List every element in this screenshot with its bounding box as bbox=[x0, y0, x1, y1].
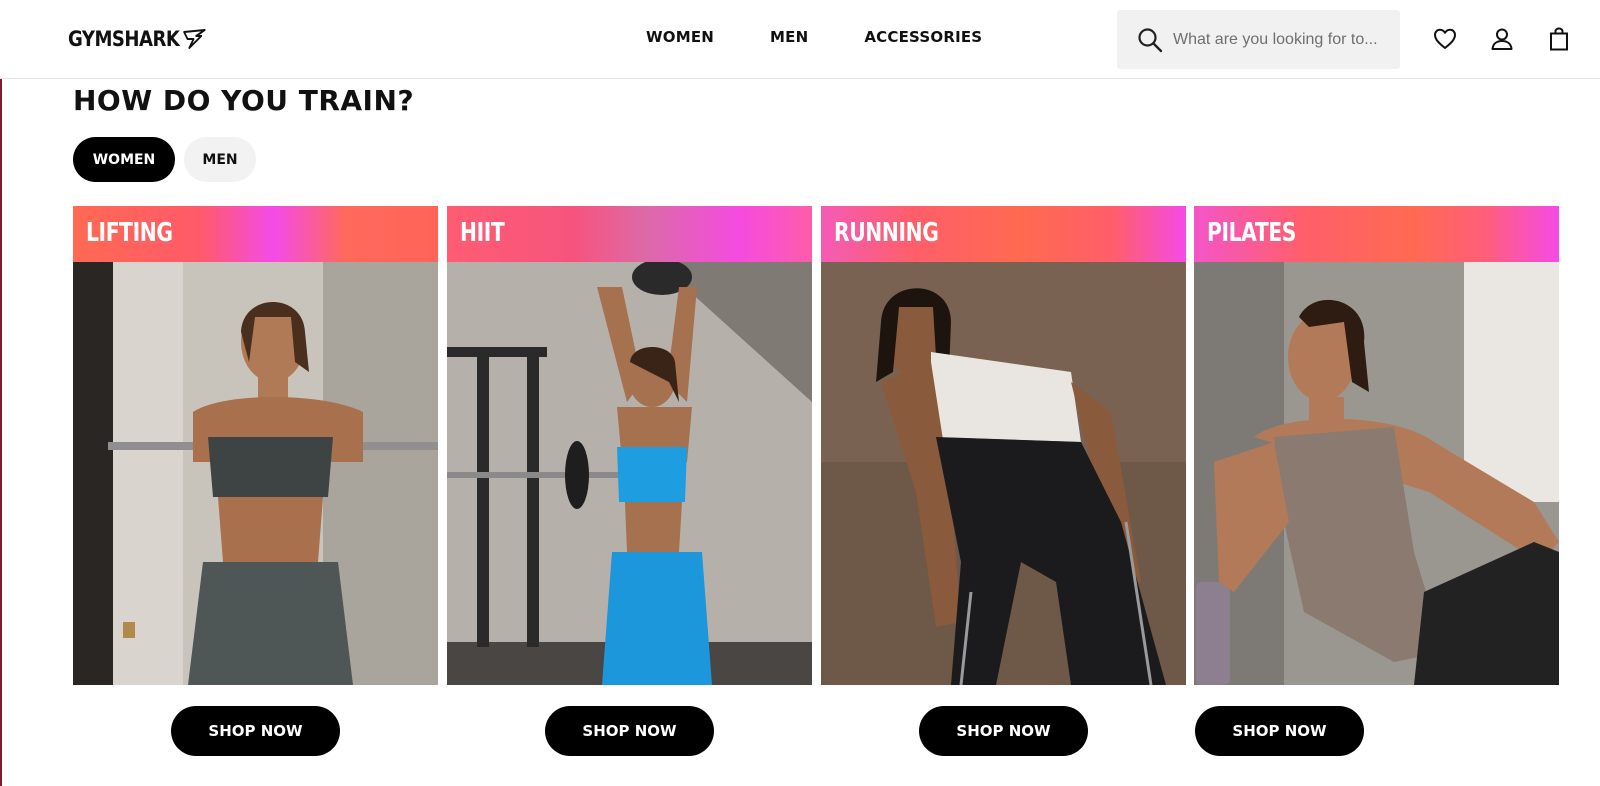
wishlist-button[interactable] bbox=[1432, 26, 1458, 52]
card-label: RUNNING bbox=[834, 218, 939, 248]
nav-accessories[interactable]: ACCESSORIES bbox=[864, 28, 982, 46]
hiit-photo bbox=[447, 262, 812, 685]
site-header: GYMSHARK WOMEN MEN ACCESSORIES bbox=[0, 0, 1600, 79]
category-card-lifting[interactable]: LIFTING bbox=[73, 206, 438, 685]
card-label: PILATES bbox=[1207, 218, 1297, 248]
shark-logo-icon bbox=[183, 29, 207, 49]
search-icon[interactable] bbox=[1137, 27, 1163, 53]
pilates-photo bbox=[1194, 262, 1559, 685]
toggle-men[interactable]: MEN bbox=[184, 137, 256, 182]
gymshark-logo[interactable]: GYMSHARK bbox=[68, 26, 207, 52]
running-photo bbox=[821, 262, 1186, 685]
card-banner: PILATES bbox=[1194, 206, 1559, 262]
heart-icon bbox=[1434, 28, 1456, 49]
section-title: HOW DO YOU TRAIN? bbox=[73, 84, 415, 117]
logo-text: GYMSHARK bbox=[68, 27, 180, 51]
toggle-women[interactable]: WOMEN bbox=[73, 137, 175, 182]
nav-men[interactable]: MEN bbox=[770, 28, 808, 46]
shop-now-hiit-button[interactable]: SHOP NOW bbox=[545, 706, 714, 756]
search-bar[interactable] bbox=[1117, 10, 1400, 69]
shop-now-lifting-button[interactable]: SHOP NOW bbox=[171, 706, 340, 756]
card-banner: LIFTING bbox=[73, 206, 438, 262]
account-icon bbox=[1491, 28, 1513, 50]
card-label: LIFTING bbox=[86, 218, 173, 248]
category-card-pilates[interactable]: PILATES bbox=[1194, 206, 1559, 685]
nav-women[interactable]: WOMEN bbox=[646, 28, 714, 46]
category-card-running[interactable]: RUNNING bbox=[821, 206, 1186, 685]
category-card-hiit[interactable]: HIIT bbox=[447, 206, 812, 685]
bag-icon bbox=[1550, 27, 1568, 51]
card-banner: HIIT bbox=[447, 206, 812, 262]
main-nav: WOMEN MEN ACCESSORIES bbox=[646, 28, 982, 46]
window-edge bbox=[0, 0, 2, 786]
bag-button[interactable] bbox=[1546, 26, 1572, 52]
shop-now-running-button[interactable]: SHOP NOW bbox=[919, 706, 1088, 756]
shop-now-pilates-button[interactable]: SHOP NOW bbox=[1195, 706, 1364, 756]
search-input[interactable] bbox=[1173, 26, 1387, 53]
card-label: HIIT bbox=[460, 218, 505, 248]
card-banner: RUNNING bbox=[821, 206, 1186, 262]
lifting-photo bbox=[73, 262, 438, 685]
account-button[interactable] bbox=[1489, 26, 1515, 52]
